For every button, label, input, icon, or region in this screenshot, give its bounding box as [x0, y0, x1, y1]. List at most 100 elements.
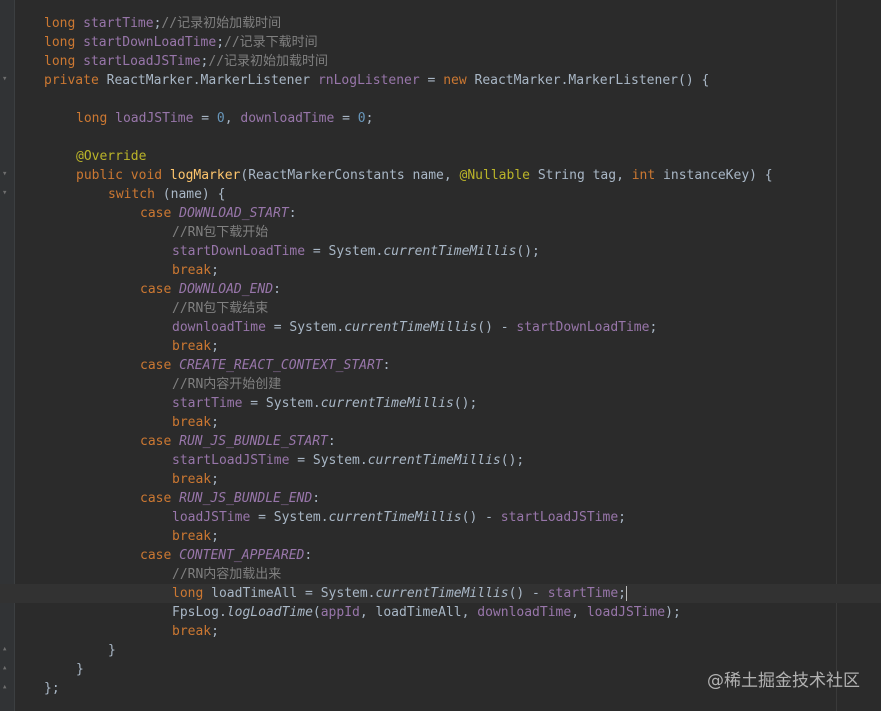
- code-token: loadJSTime: [115, 111, 194, 126]
- code-token: RUN_JS_BUNDLE_START: [179, 434, 328, 449]
- code-token: CREATE_REACT_CONTEXT_START: [179, 358, 383, 373]
- code-line[interactable]: case CREATE_REACT_CONTEXT_START:: [44, 356, 881, 375]
- code-token: loadJSTime: [172, 510, 251, 525]
- code-token: appId: [320, 605, 360, 620]
- code-token: = System.: [265, 320, 345, 335]
- code-token: ;: [618, 510, 626, 525]
- code-line[interactable]: [44, 128, 881, 147]
- code-line[interactable]: break;: [44, 413, 881, 432]
- code-token: FpsLog.: [172, 605, 227, 620]
- code-token: 0: [216, 111, 225, 126]
- code-line[interactable]: //RN内容开始创建: [44, 375, 881, 394]
- code-token: () -: [461, 510, 501, 525]
- code-token: loadJSTime: [586, 605, 666, 620]
- code-token: currentTimeMillis: [328, 510, 462, 525]
- code-token: = System.: [305, 244, 384, 259]
- code-token: //RN包下载结束: [172, 301, 269, 316]
- code-token: logMarker: [169, 168, 241, 183]
- code-token: //记录初始加载时间: [161, 16, 282, 31]
- code-token: ();: [500, 453, 525, 468]
- code-line[interactable]: break;: [44, 261, 881, 280]
- fold-icon[interactable]: ▴: [2, 664, 10, 673]
- code-token: long: [76, 111, 116, 126]
- fold-icon[interactable]: ▾: [2, 170, 10, 179]
- code-line[interactable]: startLoadJSTime = System.currentTimeMill…: [44, 451, 881, 470]
- code-token: ;: [211, 624, 219, 639]
- code-line[interactable]: break;: [44, 527, 881, 546]
- code-token: case: [140, 206, 180, 221]
- code-token: };: [44, 681, 60, 696]
- code-line[interactable]: FpsLog.logLoadTime(appId, loadTimeAll, d…: [44, 603, 881, 622]
- code-token: long: [44, 54, 84, 69]
- code-line[interactable]: long loadTimeAll = System.currentTimeMil…: [0, 584, 881, 603]
- code-token: break: [172, 415, 212, 430]
- code-token: startTime: [83, 16, 154, 31]
- code-token: //RN内容开始创建: [172, 377, 282, 392]
- code-token: //RN内容加载出来: [172, 567, 282, 582]
- code-line[interactable]: //RN包下载结束: [44, 299, 881, 318]
- code-token: break: [172, 472, 212, 487]
- code-line[interactable]: case DOWNLOAD_START:: [44, 204, 881, 223]
- code-token: downloadTime: [477, 605, 572, 620]
- code-token: ;: [211, 472, 219, 487]
- code-editor[interactable]: long startTime;//记录初始加载时间 long startDownL…: [0, 14, 881, 698]
- code-token: @Nullable: [459, 168, 538, 183]
- code-line[interactable]: [44, 90, 881, 109]
- fold-icon[interactable]: ▴: [2, 683, 10, 692]
- code-token: ;: [211, 263, 219, 278]
- code-line[interactable]: break;: [44, 622, 881, 641]
- code-line[interactable]: @Override: [44, 147, 881, 166]
- code-token: long: [44, 35, 84, 50]
- code-line[interactable]: long startLoadJSTime;//记录初始加载时间: [44, 52, 881, 71]
- code-line[interactable]: case DOWNLOAD_END:: [44, 280, 881, 299]
- code-line[interactable]: long startTime;//记录初始加载时间: [44, 14, 881, 33]
- code-line[interactable]: startDownLoadTime = System.currentTimeMi…: [44, 242, 881, 261]
- code-line[interactable]: public void logMarker(ReactMarkerConstan…: [44, 166, 881, 185]
- code-line[interactable]: startTime = System.currentTimeMillis();: [44, 394, 881, 413]
- code-token: (ReactMarkerConstants name,: [240, 168, 460, 183]
- code-line[interactable]: long loadJSTime = 0, downloadTime = 0;: [44, 109, 881, 128]
- code-token: @Override: [76, 149, 147, 164]
- code-token: :: [288, 206, 297, 221]
- code-token: RUN_JS_BUNDLE_END: [179, 491, 313, 506]
- code-line[interactable]: long startDownLoadTime;//记录下载时间: [44, 33, 881, 52]
- code-token: }: [108, 643, 116, 658]
- code-line[interactable]: switch (name) {: [44, 185, 881, 204]
- code-line[interactable]: case RUN_JS_BUNDLE_END:: [44, 489, 881, 508]
- code-line[interactable]: loadJSTime = System.currentTimeMillis() …: [44, 508, 881, 527]
- code-token: downloadTime: [172, 320, 266, 335]
- code-token: case: [140, 434, 180, 449]
- code-token: new: [443, 73, 475, 88]
- fold-icon[interactable]: ▾: [2, 75, 10, 84]
- code-token: ;: [211, 339, 219, 354]
- code-token: () -: [477, 320, 517, 335]
- text-cursor: [626, 586, 627, 601]
- code-line[interactable]: }: [44, 641, 881, 660]
- code-token: startLoadJSTime: [83, 54, 201, 69]
- code-token: break: [172, 263, 212, 278]
- code-token: //记录初始加载时间: [208, 54, 329, 69]
- code-line[interactable]: //RN包下载开始: [44, 223, 881, 242]
- code-line[interactable]: case RUN_JS_BUNDLE_START:: [44, 432, 881, 451]
- fold-icon[interactable]: ▾: [2, 189, 10, 198]
- code-token: startTime: [547, 586, 619, 601]
- code-token: String tag,: [537, 168, 632, 183]
- code-token: :: [312, 491, 321, 506]
- code-line[interactable]: case CONTENT_APPEARED:: [44, 546, 881, 565]
- code-token: startDownLoadTime: [83, 35, 217, 50]
- code-token: public void: [76, 168, 170, 183]
- code-token: break: [172, 624, 212, 639]
- code-line[interactable]: break;: [44, 470, 881, 489]
- code-token: long: [44, 16, 84, 31]
- code-line[interactable]: //RN内容加载出来: [44, 565, 881, 584]
- code-line[interactable]: downloadTime = System.currentTimeMillis(…: [44, 318, 881, 337]
- code-line[interactable]: private ReactMarker.MarkerListener rnLog…: [44, 71, 881, 90]
- code-token: currentTimeMillis: [383, 244, 517, 259]
- code-line[interactable]: break;: [44, 337, 881, 356]
- code-token: loadTimeAll = System.: [211, 586, 376, 601]
- code-token: ;: [649, 320, 658, 335]
- fold-icon[interactable]: ▴: [2, 645, 10, 654]
- code-token: startLoadJSTime: [172, 453, 290, 468]
- code-token: //记录下载时间: [224, 35, 318, 50]
- code-token: case: [140, 491, 180, 506]
